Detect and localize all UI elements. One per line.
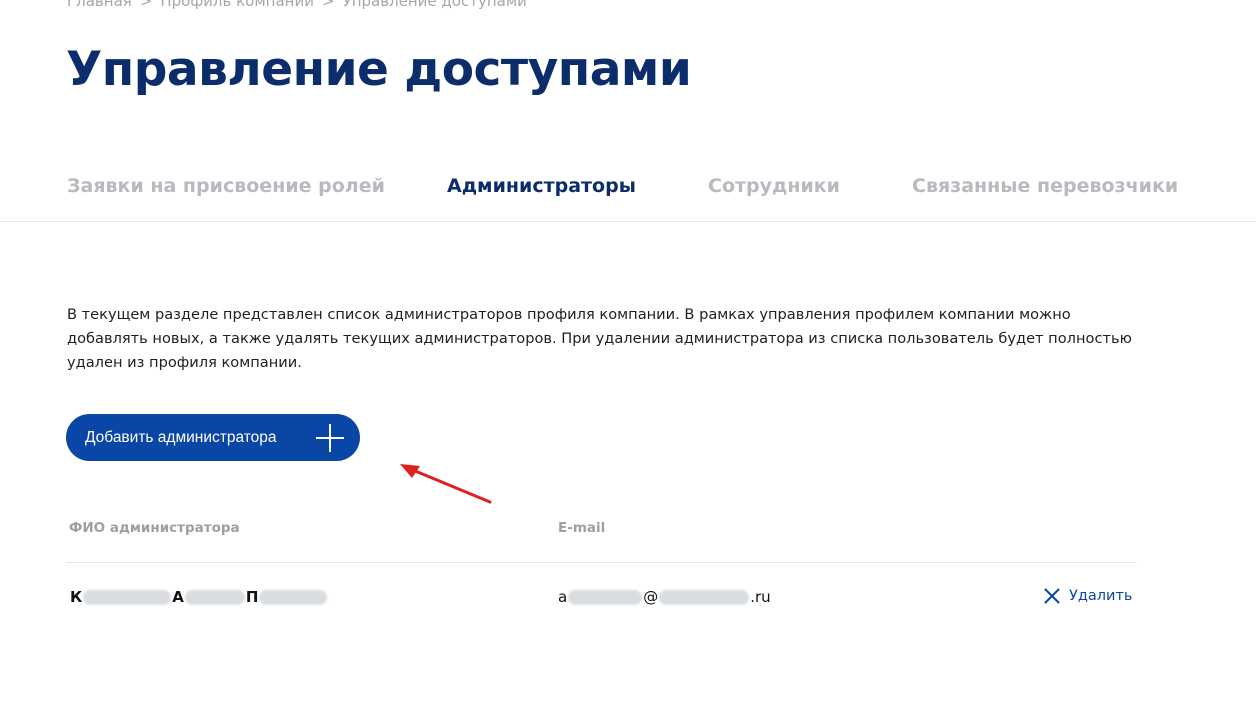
tab-role-requests[interactable]: Заявки на присвоение ролей: [67, 175, 385, 197]
breadcrumb-separator: >: [321, 0, 335, 10]
close-icon: [1044, 588, 1060, 604]
delete-label: Удалить: [1069, 588, 1133, 604]
email-at: @: [643, 588, 659, 606]
add-administrator-label: Добавить администратора: [85, 428, 277, 446]
name-initial: А: [172, 588, 184, 606]
plus-icon: [316, 424, 344, 452]
breadcrumb-separator: >: [139, 0, 153, 10]
section-description: В текущем разделе представлен список адм…: [67, 306, 1132, 371]
redacted-text: [259, 589, 328, 605]
breadcrumb: Главная > Профиль компании > Управление …: [67, 0, 527, 10]
redacted-text: [83, 589, 172, 605]
column-header-email: E-mail: [558, 520, 606, 536]
breadcrumb-company-profile-link[interactable]: Профиль компании: [160, 0, 314, 10]
annotation-arrow-icon: [400, 464, 492, 504]
redacted-text: [659, 589, 750, 605]
delete-admin-button[interactable]: Удалить: [1044, 588, 1132, 604]
name-initial: К: [70, 588, 83, 606]
tab-bar: Заявки на присвоение ролей Администратор…: [0, 170, 1256, 222]
tab-employees[interactable]: Сотрудники: [708, 175, 840, 197]
redacted-text: [568, 589, 643, 605]
email-prefix: a: [558, 588, 568, 606]
table-divider: [66, 562, 1137, 563]
breadcrumb-home-link[interactable]: Главная: [67, 0, 132, 10]
column-header-name: ФИО администратора: [69, 520, 240, 536]
redacted-text: [184, 589, 245, 605]
tab-administrators[interactable]: Администраторы: [447, 175, 636, 197]
admin-email: a @ .ru: [558, 588, 771, 606]
admin-full-name: К А П: [70, 588, 328, 606]
add-administrator-button[interactable]: Добавить администратора: [66, 414, 360, 461]
table-row: К А П a @ .ru Удалить: [0, 588, 1256, 612]
page-title: Управление доступами: [66, 42, 692, 97]
email-suffix: .ru: [750, 588, 771, 606]
name-initial: П: [245, 588, 259, 606]
breadcrumb-current: Управление доступами: [342, 0, 527, 10]
tab-linked-carriers[interactable]: Связанные перевозчики: [912, 175, 1178, 197]
